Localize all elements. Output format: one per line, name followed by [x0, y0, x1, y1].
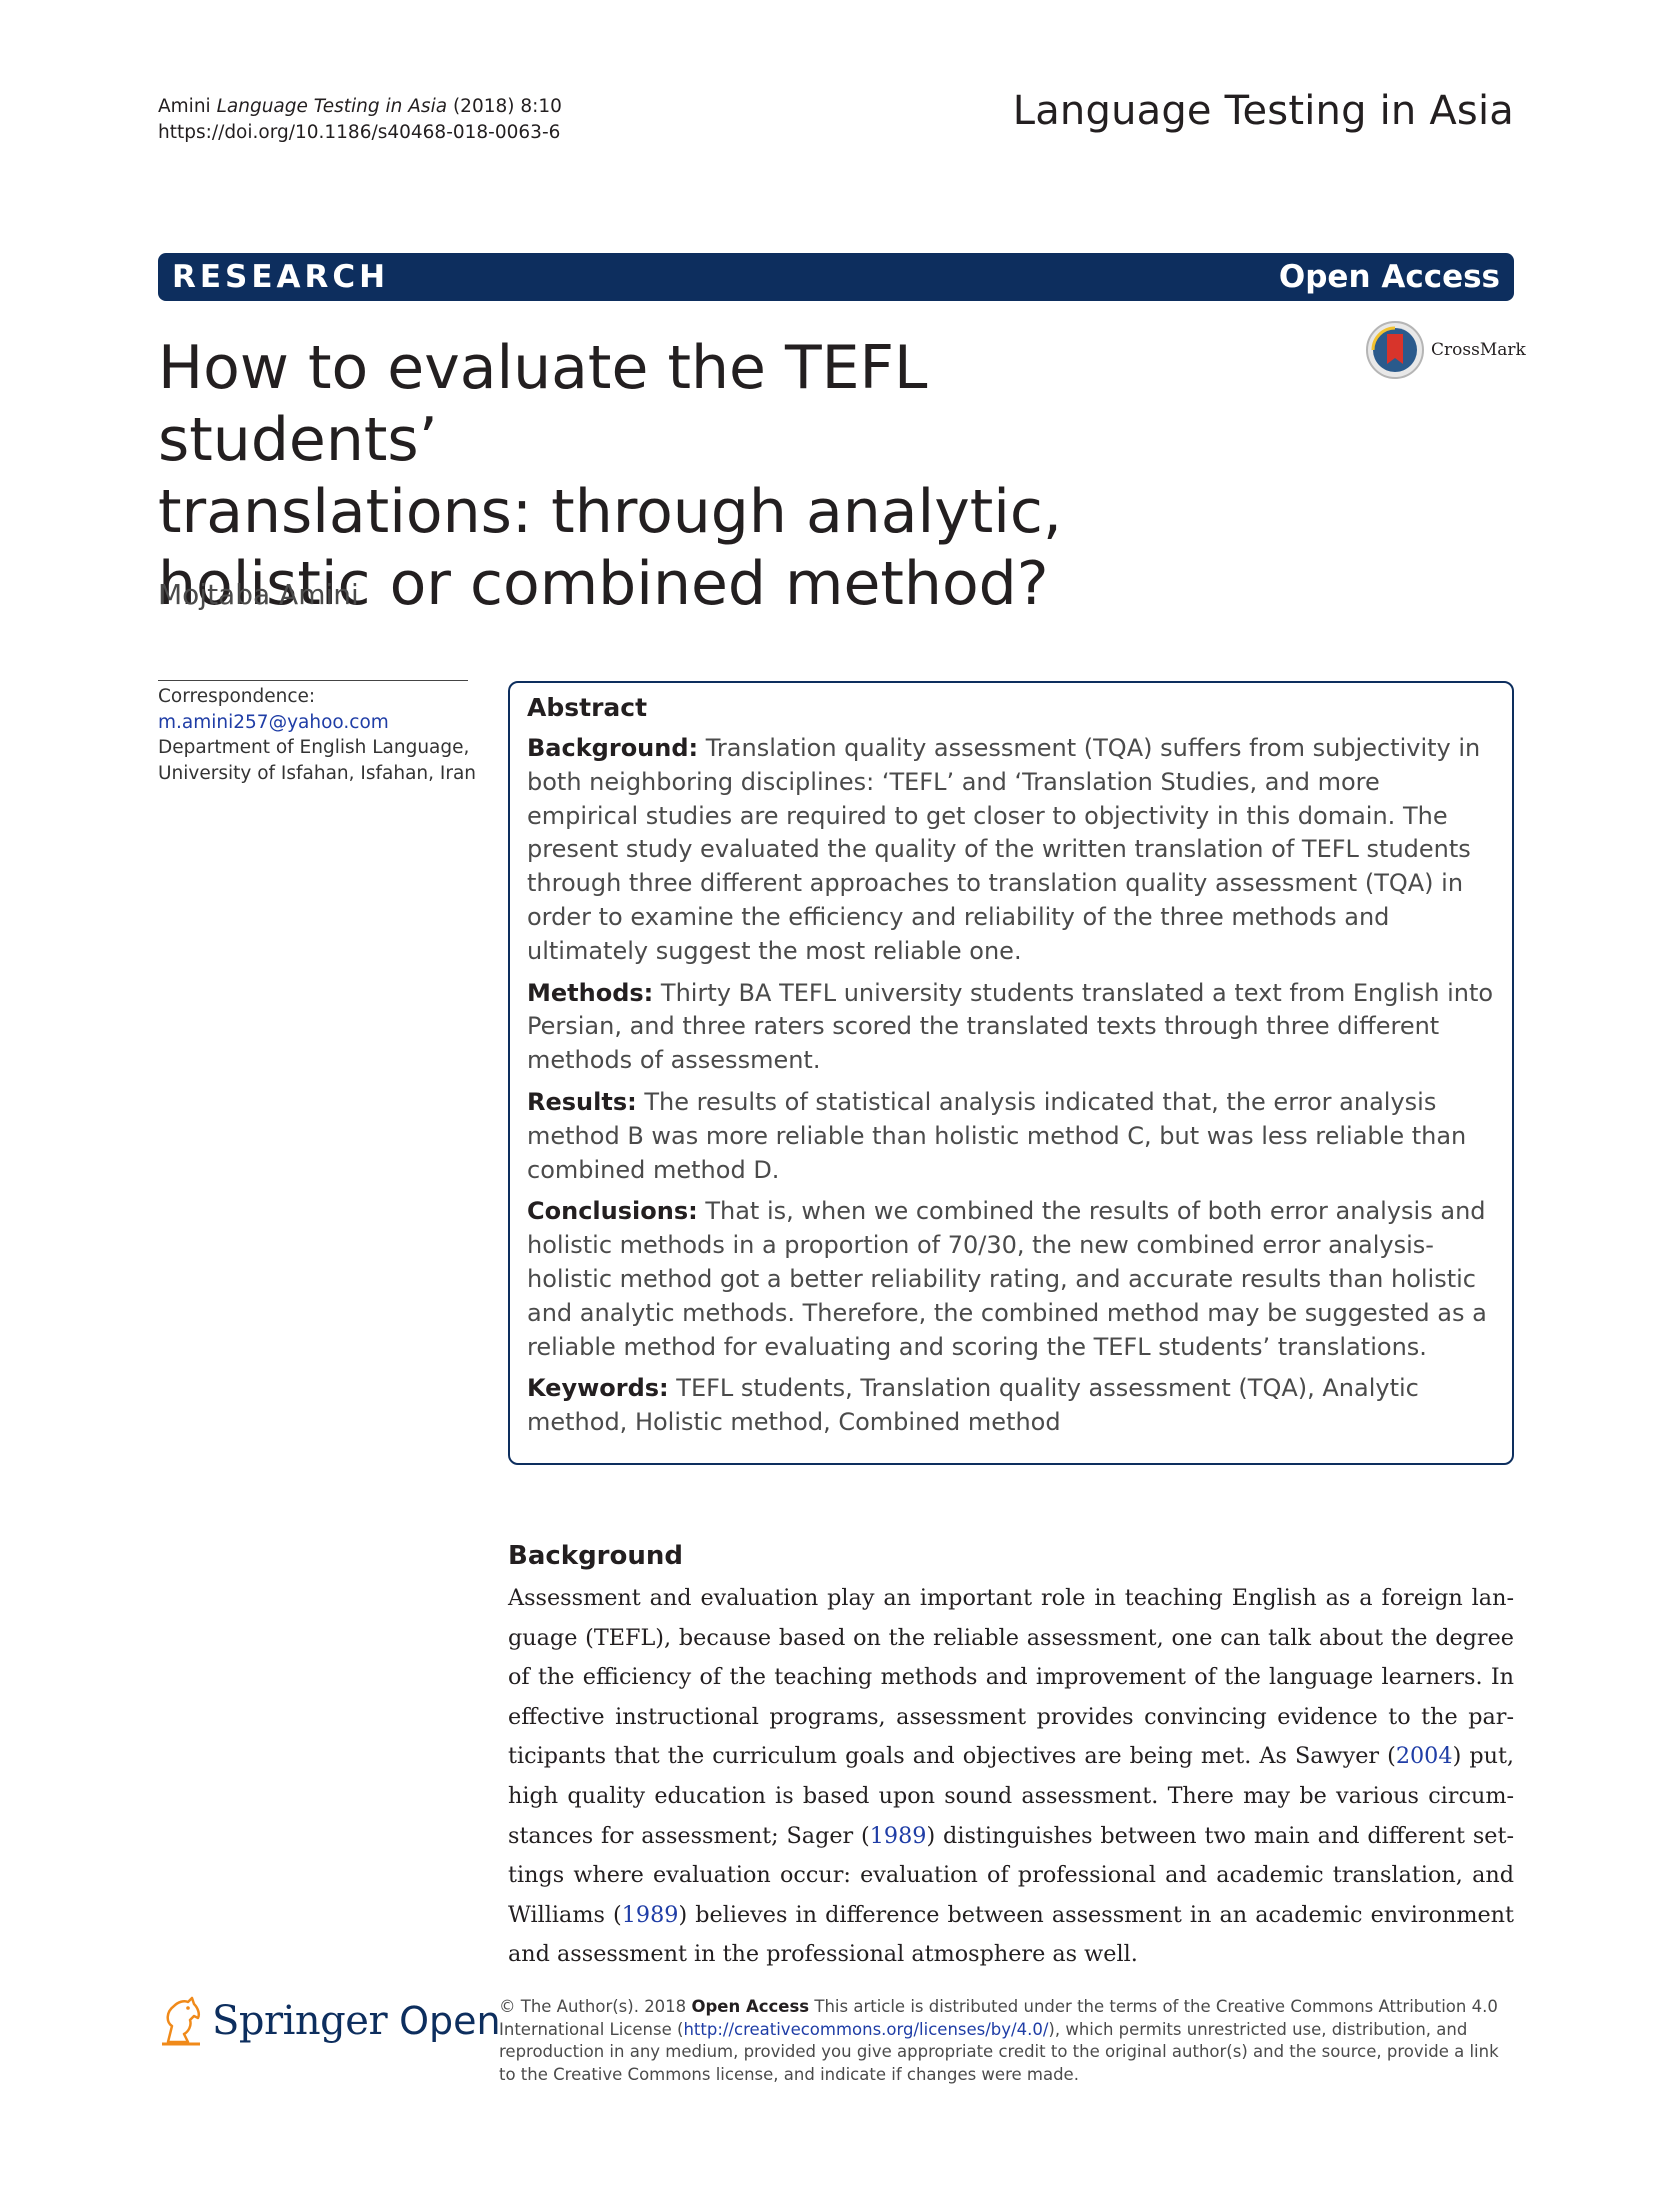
correspondence-email[interactable]: m.amini257@yahoo.com [158, 710, 488, 736]
results-label: Results: [527, 1087, 637, 1116]
springer-horse-icon [162, 1996, 201, 2046]
correspondence-block: Correspondence: m.amini257@yahoo.com Dep… [158, 684, 488, 786]
results-text: The results of statistical analysis indi… [527, 1087, 1467, 1184]
springer-wordmark: Springer [212, 1998, 388, 2044]
title-line-1: How to evaluate the TEFL students’ [158, 333, 928, 475]
license-url-link[interactable]: http://creativecommons.org/licenses/by/4… [683, 2020, 1048, 2039]
abstract-heading: Abstract [527, 693, 648, 722]
crossmark-badge[interactable]: CrossMark [1365, 320, 1526, 380]
abstract-background: Background: Translation quality assessme… [527, 732, 1496, 969]
running-header: Amini Language Testing in Asia (2018) 8:… [158, 94, 562, 146]
abstract-box: Abstract Background: Translation quality… [508, 681, 1514, 1465]
methods-label: Methods: [527, 978, 654, 1007]
correspondence-label: Correspondence: [158, 686, 316, 707]
abstract-results: Results: The results of statistical anal… [527, 1086, 1496, 1187]
article-type: RESEARCH [172, 259, 390, 295]
abstract-methods: Methods: Thirty BA TEFL university stude… [527, 977, 1496, 1078]
citation-link-sawyer[interactable]: 2004 [1396, 1743, 1453, 1769]
conclusions-label: Conclusions: [527, 1197, 698, 1226]
citation-link-williams[interactable]: 1989 [622, 1902, 679, 1928]
article-type-banner: RESEARCH Open Access [158, 253, 1514, 301]
abstract-conclusions: Conclusions: That is, when we combined t… [527, 1195, 1496, 1364]
affiliation-line-1: Department of English Language, [158, 737, 470, 758]
background-label: Background: [527, 734, 699, 762]
section-heading-background: Background [508, 1541, 683, 1571]
body-text-1: Assessment and evaluation play an import… [508, 1585, 1514, 1770]
correspondence-divider [158, 680, 468, 681]
license-statement: © The Author(s). 2018 Open Access This a… [499, 1996, 1515, 2086]
body-paragraph: Assessment and evaluation play an import… [508, 1579, 1514, 1975]
citation-line: Amini Language Testing in Asia (2018) 8:… [158, 94, 562, 120]
background-text: Translation quality assessment (TQA) suf… [527, 734, 1481, 965]
header-journal: Language Testing in Asia [216, 96, 448, 117]
title-line-2: translations: through analytic, [158, 477, 1062, 547]
copyright-text: © The Author(s). 2018 [499, 1997, 692, 2016]
springer-open-logo: Springer Open [158, 1996, 501, 2046]
abstract-keywords: Keywords: TEFL students, Translation qua… [527, 1372, 1496, 1440]
journal-name: Language Testing in Asia [1012, 88, 1514, 134]
author-name: Mojtaba Amini [158, 578, 359, 611]
article-title: How to evaluate the TEFL students’ trans… [158, 332, 1158, 620]
methods-text: Thirty BA TEFL university students trans… [527, 978, 1494, 1075]
open-access-label: Open Access [1278, 259, 1500, 295]
header-volume: (2018) 8:10 [452, 96, 562, 117]
header-author: Amini [158, 96, 211, 117]
open-wordmark: Open [399, 1999, 501, 2043]
citation-link-sager[interactable]: 1989 [870, 1823, 927, 1849]
doi-link[interactable]: https://doi.org/10.1186/s40468-018-0063-… [158, 120, 562, 146]
affiliation-line-2: University of Isfahan, Isfahan, Iran [158, 762, 477, 784]
crossmark-icon [1366, 321, 1424, 379]
crossmark-label: CrossMark [1431, 340, 1526, 360]
keywords-label: Keywords: [527, 1374, 669, 1403]
license-open-access: Open Access [691, 1997, 810, 2016]
